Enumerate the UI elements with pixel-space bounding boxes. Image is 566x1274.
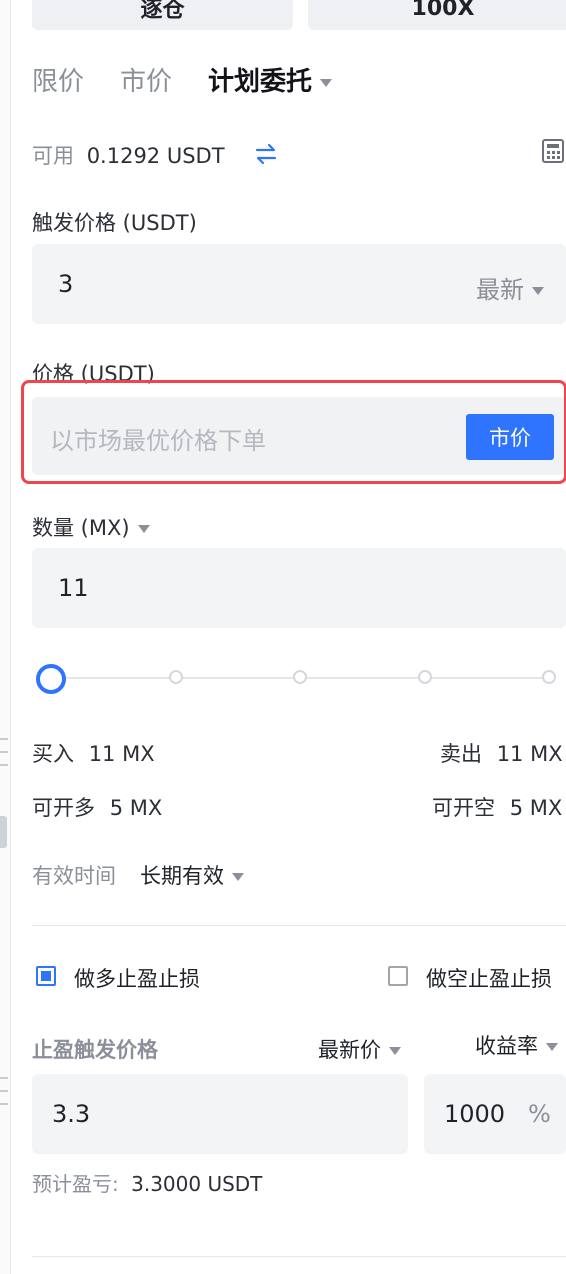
price-type-select[interactable]: 最新	[476, 270, 544, 305]
price-type-label: 最新	[476, 276, 524, 304]
available-label: 可用	[32, 144, 74, 168]
quantity-label: 数量 (MX)	[32, 516, 130, 540]
validity-value: 长期有效	[140, 864, 224, 888]
tab-limit[interactable]: 限价	[32, 62, 84, 102]
can-long-amount: 可开多 5 MX	[32, 792, 162, 822]
tab-market[interactable]: 市价	[120, 62, 172, 102]
tp-price-type-label: 最新价	[318, 1038, 381, 1062]
highlight-box	[21, 380, 566, 484]
panel-edge-mark	[0, 1077, 8, 1079]
panel-edge-mark	[0, 1090, 8, 1092]
chevron-down-icon	[546, 1043, 558, 1051]
available-value: 0.1292 USDT	[86, 144, 225, 168]
can-long-label: 可开多	[32, 796, 95, 820]
can-short-amount: 可开空 5 MX	[432, 792, 562, 822]
margin-mode-label: 逐仓	[140, 0, 185, 23]
can-short-label: 可开空	[432, 796, 495, 820]
chevron-down-icon	[389, 1047, 401, 1055]
leverage-button[interactable]: 100X	[308, 0, 566, 30]
panel-edge-mark	[0, 1103, 8, 1105]
trigger-price-label: 触发价格 (USDT)	[32, 211, 197, 235]
tp-price-field[interactable]: 3.3	[32, 1074, 408, 1154]
calculator-icon[interactable]	[541, 138, 565, 164]
panel-edge-mark	[0, 738, 8, 740]
short-tpsl-checkbox[interactable]	[388, 966, 408, 986]
tp-price-type-select[interactable]: 最新价	[318, 1034, 401, 1064]
divider	[32, 1256, 566, 1257]
can-short-value: 5 MX	[509, 796, 563, 820]
tp-estimate: 预计盈亏: 3.3000 USDT	[32, 1168, 262, 1197]
long-tpsl-checkbox[interactable]	[36, 966, 56, 986]
buy-value: 11 MX	[88, 742, 155, 766]
tab-market-label: 市价	[120, 67, 173, 97]
tp-mode-label: 收益率	[475, 1034, 538, 1058]
divider	[32, 925, 566, 926]
can-long-value: 5 MX	[109, 796, 163, 820]
validity-label: 有效时间	[32, 864, 116, 888]
quantity-field[interactable]: 11	[32, 548, 566, 628]
tp-rate-value: 1000	[444, 1100, 506, 1128]
quantity-value: 11	[58, 574, 89, 602]
tab-limit-label: 限价	[32, 67, 85, 97]
buy-amount: 买入 11 MX	[32, 738, 155, 768]
chevron-down-icon	[232, 873, 244, 881]
trigger-price-field[interactable]: 3 最新	[32, 244, 566, 324]
buy-label: 买入	[32, 742, 74, 766]
tp-rate-field[interactable]: 1000 %	[424, 1074, 566, 1154]
trigger-price-value: 3	[58, 270, 74, 298]
tp-estimate-value: 3.3000 USDT	[131, 1172, 263, 1196]
slider-handle[interactable]	[36, 664, 66, 694]
short-tpsl-label: 做空止盈止损	[426, 967, 552, 991]
tp-mode-select[interactable]: 收益率	[475, 1030, 558, 1060]
available-row: 可用 0.1292 USDT	[32, 140, 225, 170]
chevron-down-icon	[320, 78, 333, 87]
take-profit-label: 止盈触发价格	[32, 1038, 158, 1062]
sell-value: 11 MX	[496, 742, 563, 766]
left-panel-edge	[0, 0, 11, 1274]
leverage-label: 100X	[411, 0, 475, 21]
sell-amount: 卖出 11 MX	[440, 738, 563, 768]
validity-select[interactable]: 长期有效	[140, 860, 244, 890]
slider-step-50[interactable]	[293, 670, 307, 684]
tab-plan-order[interactable]: 计划委托	[208, 62, 333, 102]
sell-label: 卖出	[440, 742, 482, 766]
panel-resize-handle[interactable]	[0, 816, 7, 848]
tab-plan-order-label: 计划委托	[208, 67, 313, 97]
validity-row: 有效时间	[32, 860, 116, 890]
slider-step-100[interactable]	[542, 670, 556, 684]
tp-rate-unit: %	[528, 1100, 551, 1128]
chevron-down-icon	[137, 525, 150, 533]
slider-step-75[interactable]	[418, 670, 432, 684]
panel-edge-mark	[0, 751, 8, 753]
long-tpsl-label: 做多止盈止损	[74, 967, 200, 991]
transfer-icon[interactable]	[254, 143, 278, 165]
tp-estimate-label: 预计盈亏:	[32, 1172, 119, 1196]
quantity-unit-select[interactable]: 数量 (MX)	[32, 512, 150, 542]
margin-mode-button[interactable]: 逐仓	[32, 0, 293, 30]
slider-step-25[interactable]	[169, 670, 183, 684]
tp-price-value: 3.3	[52, 1100, 91, 1128]
chevron-down-icon	[532, 287, 544, 295]
panel-edge-mark	[0, 764, 8, 766]
